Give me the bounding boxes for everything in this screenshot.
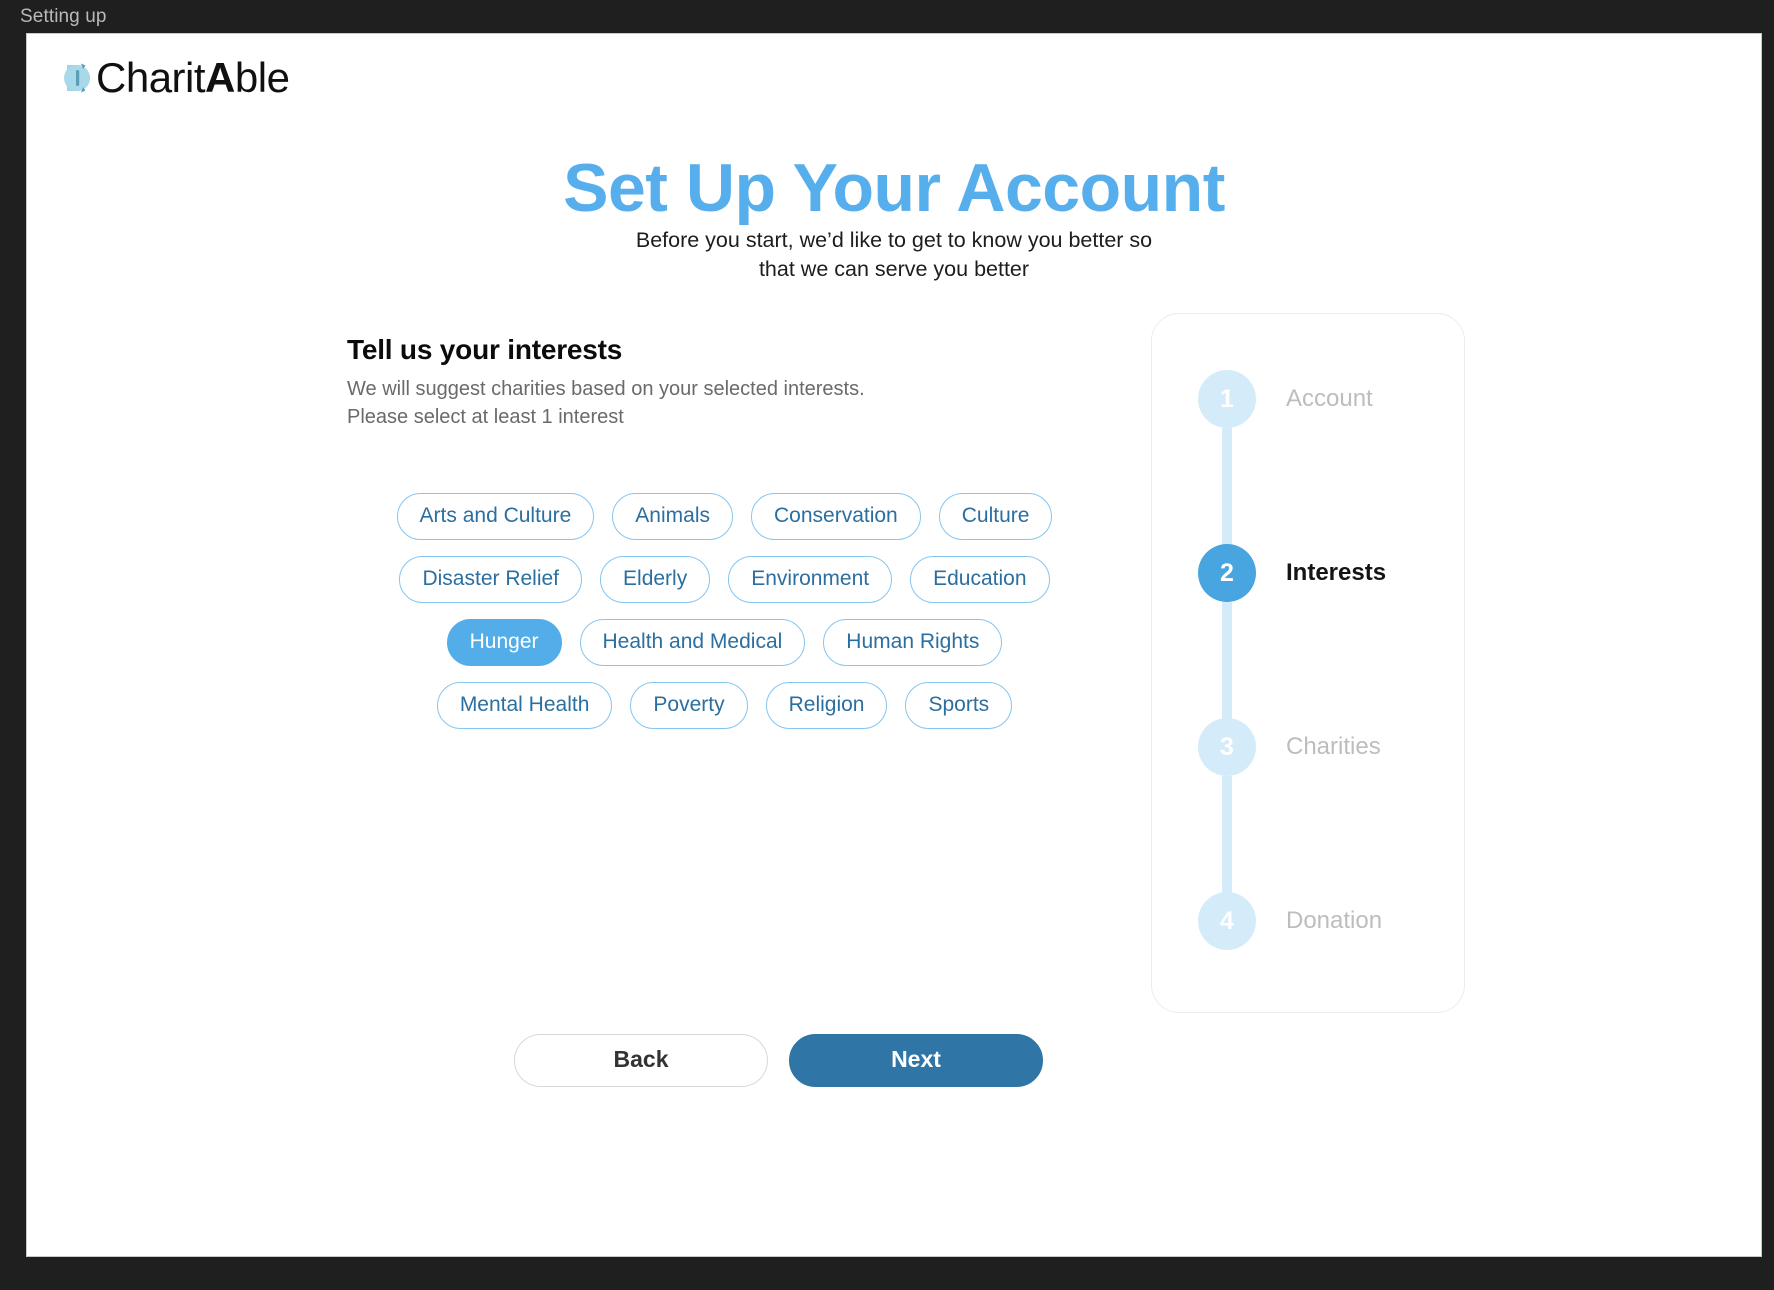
stepper-step-account[interactable]: 1 Account bbox=[1198, 370, 1464, 546]
interest-chip[interactable]: Sports bbox=[905, 682, 1013, 730]
interest-chip[interactable]: Elderly bbox=[600, 556, 711, 604]
progress-stepper: 1 Account 2 Interests 3 Charities 4 Donation bbox=[1152, 314, 1464, 1012]
interests-pane: Tell us your interests We will suggest c… bbox=[347, 334, 1187, 730]
section-description: We will suggest charities based on your … bbox=[347, 376, 1187, 431]
page-subtitle-line1: Before you start, we’d like to get to kn… bbox=[635, 228, 1153, 252]
stepper-step-number[interactable]: 2 bbox=[1198, 544, 1256, 602]
stepper-step-label: Account bbox=[1286, 385, 1373, 412]
app-viewport: CharitAble Set Up Your Account Before yo… bbox=[26, 33, 1762, 1257]
interest-chip[interactable]: Poverty bbox=[630, 682, 748, 730]
page-subtitle-line2: that we can serve you better bbox=[758, 256, 1030, 281]
stepper-connector bbox=[1222, 602, 1232, 720]
stepper-step-number[interactable]: 1 bbox=[1198, 370, 1256, 428]
section-description-line2: Please select at least 1 interest bbox=[347, 405, 624, 428]
interest-chip-row: Hunger Health and Medical Human Rights bbox=[446, 619, 1003, 667]
window-titlebar: Setting up bbox=[0, 0, 1774, 33]
stepper-step-number[interactable]: 3 bbox=[1198, 718, 1256, 776]
interest-chip[interactable]: Religion bbox=[765, 682, 888, 730]
progress-stepper-card: 1 Account 2 Interests 3 Charities 4 Donation bbox=[1151, 313, 1465, 1013]
interest-chip[interactable]: Arts and Culture bbox=[396, 493, 595, 541]
interest-chip[interactable]: Disaster Relief bbox=[399, 556, 583, 604]
form-actions: Back Next bbox=[514, 1034, 1043, 1087]
interest-chip[interactable]: Human Rights bbox=[823, 619, 1003, 667]
page-title: Set Up Your Account bbox=[563, 150, 1225, 226]
interest-chip[interactable]: Culture bbox=[938, 493, 1053, 541]
next-button[interactable]: Next bbox=[789, 1034, 1043, 1087]
brand-name-tail: ble bbox=[234, 54, 290, 101]
brand-logo[interactable]: CharitAble bbox=[63, 49, 290, 107]
interest-chip[interactable]: Animals bbox=[612, 493, 733, 541]
interest-chip[interactable]: Environment bbox=[728, 556, 893, 604]
interest-chip-group: Arts and Culture Animals Conservation Cultu… bbox=[347, 493, 1102, 730]
stepper-step-label: Charities bbox=[1286, 733, 1381, 760]
stepper-connector bbox=[1222, 776, 1232, 894]
stepper-step-label: Interests bbox=[1286, 559, 1387, 586]
brand-name-bold: A bbox=[205, 54, 235, 101]
charitable-hand-logo-icon bbox=[63, 59, 94, 97]
interest-chip[interactable]: Mental Health bbox=[436, 682, 613, 730]
back-button[interactable]: Back bbox=[514, 1034, 768, 1087]
os-window: Setting up CharitAble Set Up Your Accoun… bbox=[0, 0, 1774, 1290]
stepper-step-interests[interactable]: 2 Interests bbox=[1198, 544, 1464, 720]
stepper-step-charities[interactable]: 3 Charities bbox=[1198, 718, 1464, 894]
stepper-connector bbox=[1222, 428, 1232, 546]
interest-chip-row: Mental Health Poverty Religion Sports bbox=[436, 682, 1013, 730]
interest-chip[interactable]: Education bbox=[910, 556, 1050, 604]
brand-wordmark: CharitAble bbox=[96, 54, 290, 101]
interest-chip-row: Arts and Culture Animals Conservation Cultu… bbox=[396, 493, 1053, 541]
interest-chip-row: Disaster Relief Elderly Environment Educati… bbox=[399, 556, 1050, 604]
interest-chip[interactable]: Hunger bbox=[446, 619, 562, 667]
brand-name-light: Charit bbox=[96, 54, 206, 101]
window-title: Setting up bbox=[20, 5, 107, 27]
interest-chip[interactable]: Health and Medical bbox=[579, 619, 806, 667]
section-description-line1: We will suggest charities based on your … bbox=[347, 378, 865, 400]
stepper-step-number[interactable]: 4 bbox=[1198, 892, 1256, 950]
section-title: Tell us your interests bbox=[347, 334, 623, 365]
stepper-step-label: Donation bbox=[1286, 907, 1383, 934]
page-subtitle: Before you start, we’d like to get to kn… bbox=[27, 226, 1761, 283]
interest-chip[interactable]: Conservation bbox=[751, 493, 921, 541]
stepper-step-donation[interactable]: 4 Donation bbox=[1198, 892, 1464, 950]
